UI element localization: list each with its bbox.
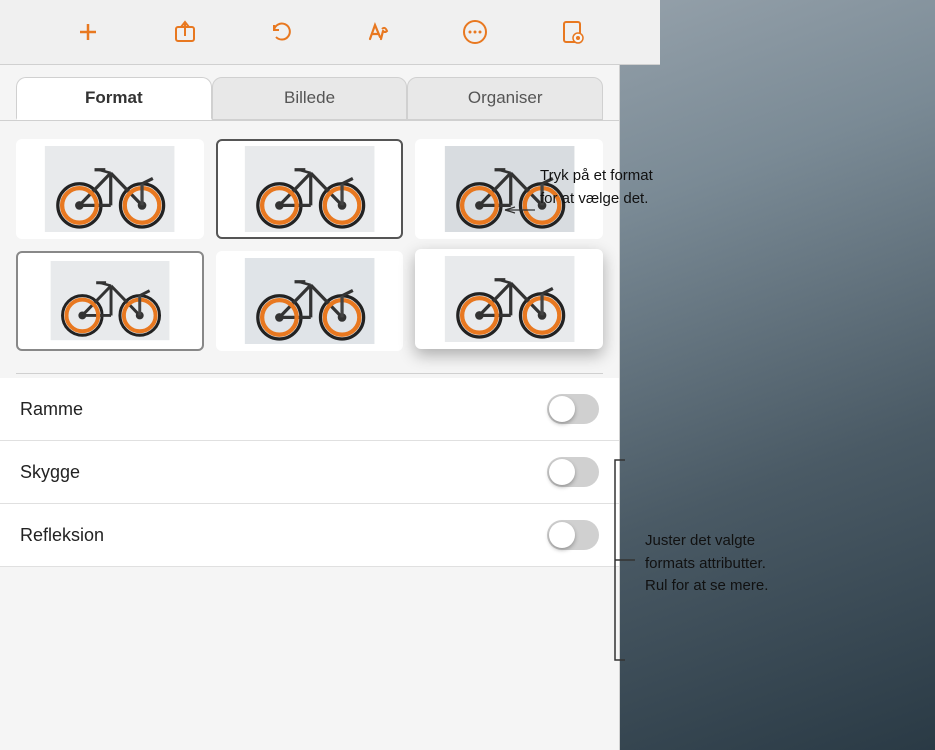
style-item-2[interactable] (216, 139, 404, 239)
format-panel: Format Billede Organiser (0, 65, 620, 750)
toggle-row-ramme: Ramme (0, 378, 619, 441)
tab-organiser[interactable]: Organiser (407, 77, 603, 120)
ramme-label: Ramme (20, 399, 83, 420)
style-item-1[interactable] (16, 139, 204, 239)
toggle-row-skygge: Skygge (0, 441, 619, 504)
skygge-toggle[interactable] (547, 457, 599, 487)
ramme-toggle[interactable] (547, 394, 599, 424)
refleksion-label: Refleksion (20, 525, 104, 546)
refleksion-toggle[interactable] (547, 520, 599, 550)
undo-button[interactable] (260, 10, 304, 54)
document-button[interactable] (550, 10, 594, 54)
divider-1 (16, 373, 603, 374)
more-button[interactable] (453, 10, 497, 54)
toggle-row-refleksion: Refleksion (0, 504, 619, 567)
style-item-5[interactable] (216, 251, 404, 351)
add-button[interactable] (66, 10, 110, 54)
toolbar (0, 0, 660, 65)
styles-grid (0, 121, 619, 369)
panel-tabs: Format Billede Organiser (0, 65, 619, 121)
tab-format[interactable]: Format (16, 77, 212, 120)
style-item-3[interactable] (415, 139, 603, 239)
format-button[interactable] (356, 10, 400, 54)
tab-billede[interactable]: Billede (212, 77, 408, 120)
skygge-label: Skygge (20, 462, 80, 483)
style-item-4[interactable] (16, 251, 204, 351)
share-button[interactable] (163, 10, 207, 54)
style-item-6[interactable] (415, 249, 603, 349)
